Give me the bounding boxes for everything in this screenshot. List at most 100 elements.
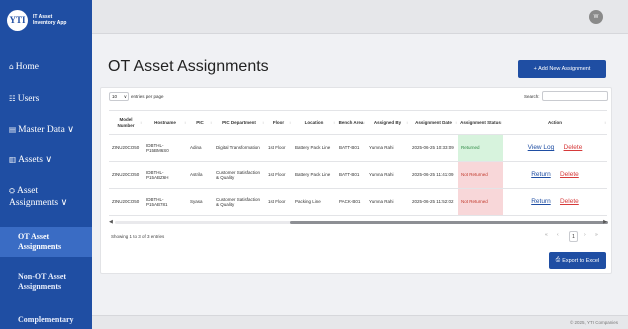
sidebar: YTI IT Asset Inventory App ⌂ Home ☷ Users …: [0, 0, 92, 329]
status-badge: Not Returned: [458, 161, 503, 189]
sidebar-item-label: Asset: [17, 186, 39, 196]
sidebar-subitem-ot-asset-assignments[interactable]: OT Asset Assignments: [0, 227, 92, 257]
header-hostname[interactable]: Hostname ↕: [143, 110, 187, 135]
header-location[interactable]: Location ↕: [292, 110, 336, 135]
page-1-button[interactable]: 1: [569, 231, 578, 242]
scrollbar-thumb[interactable]: [290, 221, 608, 224]
return-link[interactable]: Return: [531, 198, 551, 206]
cell-floor: 1st Floor: [265, 188, 292, 216]
sidebar-item-label-2: Assignments ∨: [9, 198, 68, 208]
assets-icon: ▥: [9, 155, 17, 164]
last-page-button[interactable]: »: [595, 232, 598, 238]
sidebar-item-label: Assets ∨: [18, 155, 53, 165]
sidebar-item-users[interactable]: ☷ Users: [0, 93, 92, 105]
cell-hostname: IDBTHL-P15BM6S0: [143, 134, 187, 162]
sidebar-subitem-complementary[interactable]: Complementary: [0, 315, 92, 325]
sort-icon: ↕: [184, 120, 186, 125]
sidebar-subitem-label: OT Asset: [18, 232, 50, 241]
return-link[interactable]: Return: [531, 171, 551, 179]
add-new-assignment-button[interactable]: + Add New Assignment: [518, 60, 606, 78]
footer: © 2025, YTI Companies: [92, 315, 628, 329]
cell-location: Battery Pack Line: [292, 161, 336, 189]
home-icon: ⌂: [9, 62, 14, 71]
sort-icon: ↕: [210, 120, 212, 125]
export-to-excel-button[interactable]: ⎙ Export to Excel: [549, 252, 606, 269]
export-label: Export to Excel: [562, 257, 600, 264]
assignments-icon: ⛭: [9, 186, 15, 195]
table-row: ZINU20CO50 IDBTHL-P15ABZ6H Astrila Custo…: [109, 161, 607, 189]
scroll-right-arrow-icon[interactable]: ▶: [603, 219, 607, 225]
cell-hostname: IDBTHL-P15AB781: [143, 188, 187, 216]
chevron-down-icon: ∨: [123, 94, 127, 99]
prev-page-button[interactable]: ‹: [557, 232, 559, 238]
cell-pic: Syasa: [187, 188, 213, 216]
status-badge: Returned: [458, 134, 503, 162]
cell-date: 2025-06-25 11:41:09: [409, 161, 458, 189]
first-page-button[interactable]: «: [545, 232, 548, 238]
sort-icon: ↕: [262, 120, 264, 125]
sort-icon: ↕: [289, 120, 291, 125]
sidebar-subitem-label-2: Assignments: [18, 242, 62, 251]
cell-assigned-by: Yumna Rahi: [366, 188, 409, 216]
scroll-left-arrow-icon[interactable]: ◀: [109, 219, 113, 225]
cell-bench: BATT-B01: [336, 161, 366, 189]
search-label: Search:: [524, 94, 540, 99]
sort-icon: ↕: [406, 120, 408, 125]
sidebar-item-master-data[interactable]: ▤ Master Data ∨: [0, 124, 92, 136]
search-input[interactable]: [542, 91, 608, 101]
cell-floor: 1st Floor: [265, 161, 292, 189]
brand[interactable]: YTI IT Asset Inventory App: [0, 0, 92, 40]
sidebar-item-label: Users: [17, 94, 40, 104]
sidebar-item-home[interactable]: ⌂ Home: [0, 61, 92, 73]
header-assignment-date[interactable]: Assignment Date ↕: [409, 110, 458, 135]
cell-actions: View Log Delete: [503, 134, 607, 162]
cell-department: Digital Transformation: [213, 134, 265, 162]
sort-icon: ↕: [604, 120, 606, 125]
header-pic[interactable]: PIC ↕: [187, 110, 213, 135]
sidebar-subitem-non-ot-asset-assignments[interactable]: Non-OT Asset Assignments: [0, 272, 92, 292]
sort-icon: ↕: [333, 120, 335, 125]
app-title-line2: Inventory App: [33, 20, 67, 26]
view-log-link[interactable]: View Log: [528, 144, 555, 152]
print-icon: ⎙: [555, 257, 561, 263]
topbar: W: [92, 0, 628, 34]
cell-assigned-by: Yumna Rahi: [366, 134, 409, 162]
cell-floor: 1st Floor: [265, 134, 292, 162]
cell-model: ZINU20CO50: [109, 188, 143, 216]
delete-link[interactable]: Delete: [560, 198, 579, 206]
header-assigned-by[interactable]: Assigned By ↕: [366, 110, 409, 135]
footer-copyright: © 2025, YTI Companies: [569, 320, 618, 325]
cell-department: Customer Satisfaction & Quality: [213, 188, 265, 216]
cell-actions: Return Delete: [503, 161, 607, 189]
app-title: IT Asset Inventory App: [33, 14, 66, 26]
cell-bench: BATT-B01: [336, 134, 366, 162]
table-header-row: Model Number ↕ Hostname ↕ PIC ↕ PIC Departm…: [109, 110, 607, 135]
cell-department: Customer Satisfaction & Quality: [213, 161, 265, 189]
table-row: ZINU20CO50 IDBTHL-P15BM6S0 Adina Digital…: [109, 134, 607, 162]
avatar[interactable]: W: [589, 10, 603, 24]
entries-per-page-label: entries per page: [131, 94, 164, 99]
header-bench-area[interactable]: Bench Area ↕: [336, 110, 366, 135]
horizontal-scrollbar[interactable]: ◀ ▶: [109, 219, 608, 225]
cell-pic: Astrila: [187, 161, 213, 189]
cell-date: 2025-06-25 10:33:09: [409, 134, 458, 162]
cell-assigned-by: Yumna Rahi: [366, 161, 409, 189]
sidebar-item-label: Home: [15, 62, 39, 72]
cell-actions: Return Delete: [503, 188, 607, 216]
sidebar-subitem-label: Non-OT Asset: [18, 272, 67, 281]
sidebar-item-asset-assignments[interactable]: ⛭ Asset Assignments ∨: [0, 185, 92, 209]
next-page-button[interactable]: ›: [584, 232, 586, 238]
entries-per-page-select[interactable]: 10 ∨: [109, 92, 129, 101]
header-action[interactable]: Action ↕: [503, 110, 607, 135]
delete-link[interactable]: Delete: [560, 171, 579, 179]
header-assignment-status[interactable]: Assignment Status ↕: [458, 110, 503, 135]
users-icon: ☷: [9, 94, 16, 103]
sidebar-item-assets[interactable]: ▥ Assets ∨: [0, 154, 92, 166]
status-badge: Not Returned: [458, 188, 503, 216]
cell-model: ZINU20CO50: [109, 134, 143, 162]
delete-link[interactable]: Delete: [564, 144, 583, 152]
header-pic-department[interactable]: PIC Department ↕: [213, 110, 265, 135]
header-floor[interactable]: Floor ↕: [265, 110, 292, 135]
header-model-number[interactable]: Model Number ↕: [109, 110, 143, 135]
cell-hostname: IDBTHL-P15ABZ6H: [143, 161, 187, 189]
